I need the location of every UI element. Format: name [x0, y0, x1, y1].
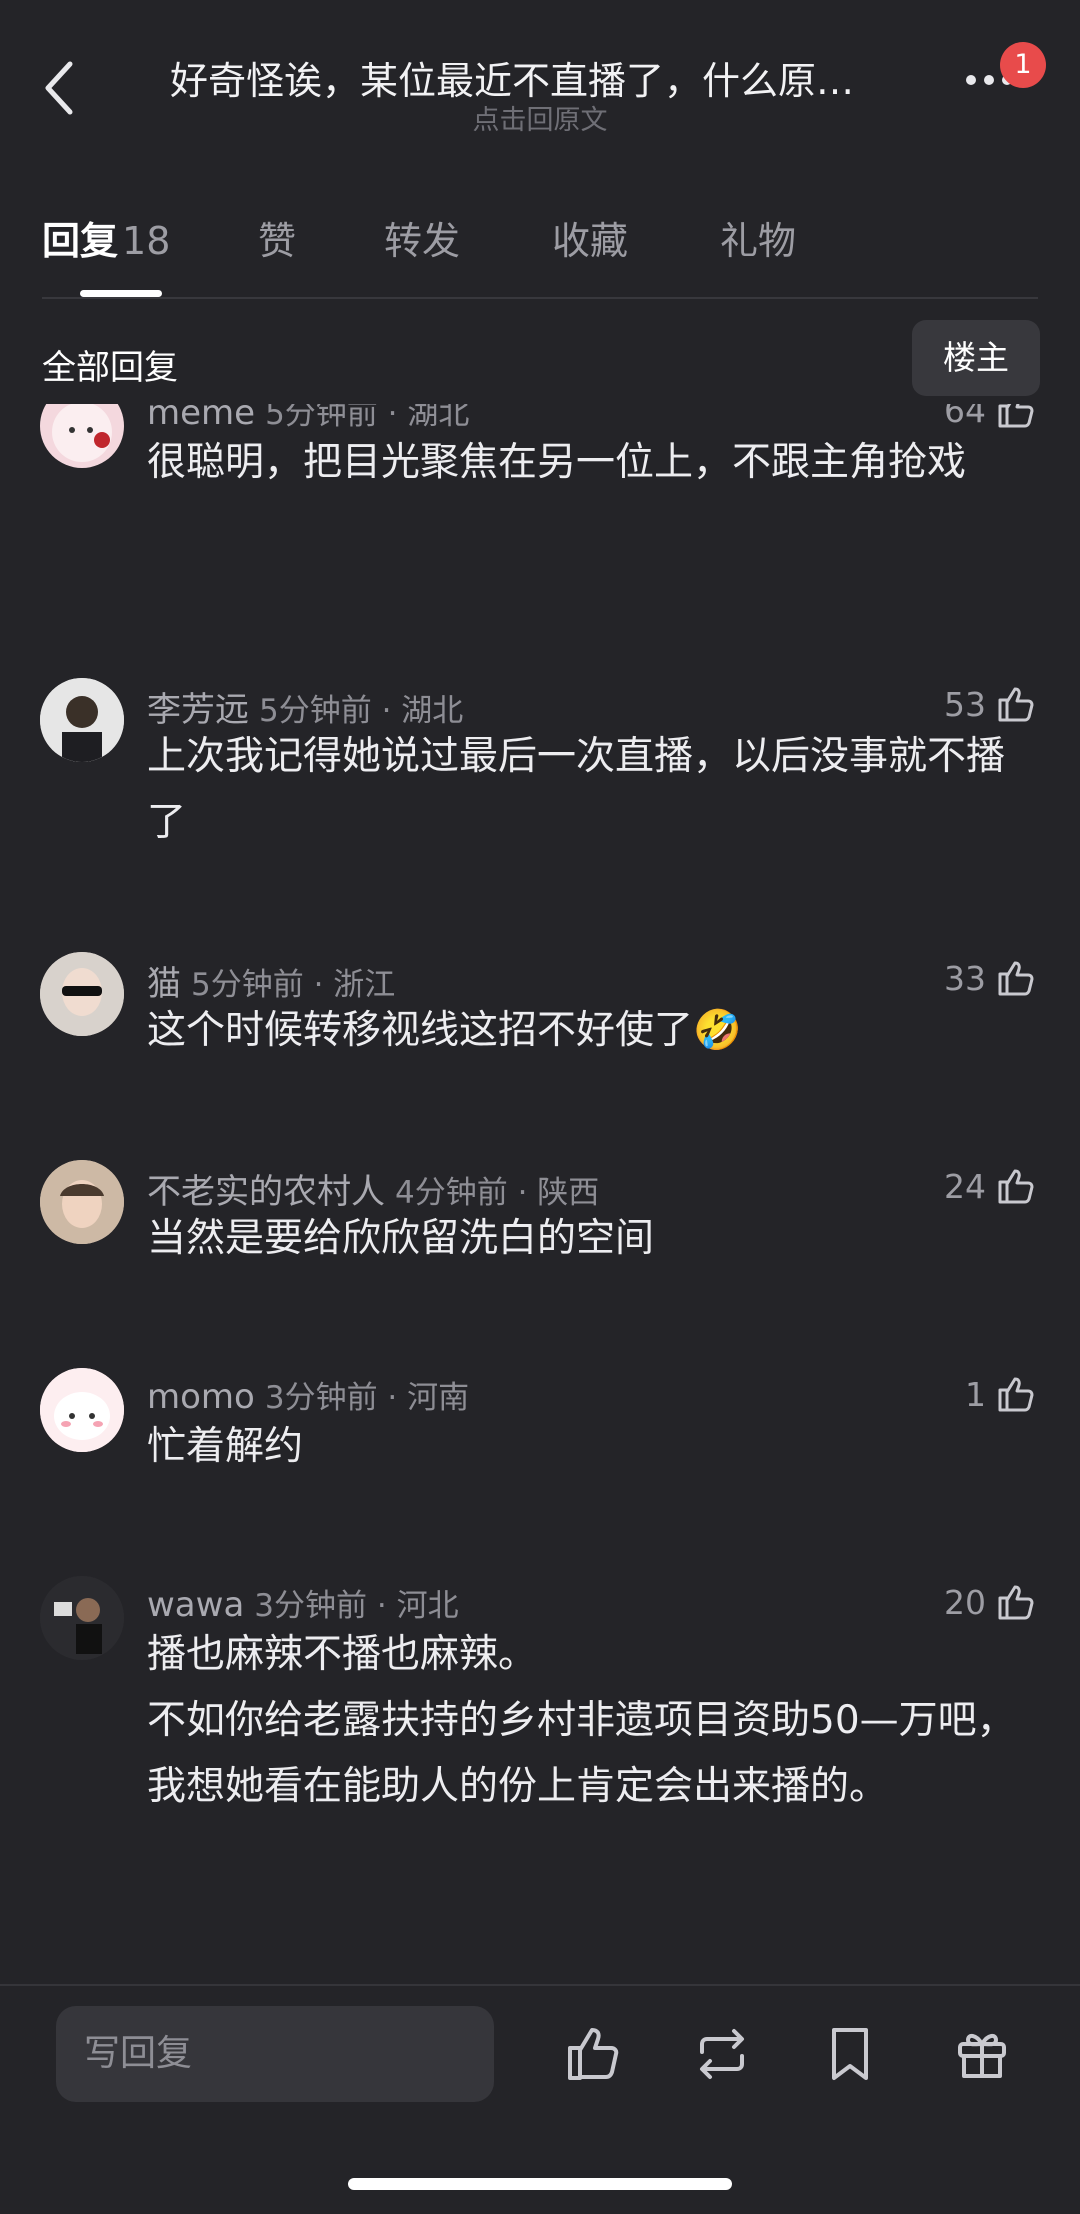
thumbs-up-icon[interactable]	[994, 404, 1038, 432]
comment-list[interactable]: meme 5分钟前 · 湖北 64 很聪明，把目光聚焦在另一位上，不跟主角抢戏 李…	[0, 404, 1080, 1984]
all-replies-label[interactable]: 全部回复	[42, 340, 178, 389]
comment-text: 很聪明，把目光聚焦在另一位上，不跟主角抢戏	[147, 440, 967, 485]
user-avatar[interactable]	[40, 1368, 124, 1452]
comment-username[interactable]: meme	[147, 404, 255, 433]
reply-input[interactable]: 写回复	[56, 2006, 494, 2102]
tab-gifts[interactable]: 礼物	[720, 210, 796, 270]
comment-meta: wawa 3分钟前 · 河北	[147, 1580, 459, 1625]
like-count: 33	[944, 958, 986, 998]
comment-text: 这个时候转移视线这招不好使了🤣	[147, 1008, 742, 1053]
comment-time-location: 5分钟前 · 湖北	[265, 404, 470, 432]
user-avatar[interactable]	[40, 404, 124, 468]
like-control[interactable]: 64	[944, 404, 1038, 432]
like-icon[interactable]	[562, 2022, 626, 2086]
comment-text: 播也麻辣不播也麻辣。 不如你给老露扶持的乡村非遗项目资助50—万吧，我想她看在能…	[147, 1632, 1016, 1809]
like-control[interactable]: 1	[965, 1372, 1038, 1416]
back-to-original-link[interactable]: 点击回原文	[0, 98, 1080, 137]
home-indicator[interactable]	[348, 2178, 732, 2190]
like-count: 24	[944, 1166, 986, 1206]
notification-badge: 1	[1000, 42, 1046, 88]
tab-replies-label: 回复	[42, 219, 119, 263]
like-count: 64	[944, 404, 986, 430]
comment-text: 当然是要给欣欣留洗白的空间	[147, 1216, 655, 1261]
comment-text: 忙着解约	[147, 1424, 304, 1469]
thumbs-up-icon[interactable]	[994, 682, 1038, 726]
comment-username[interactable]: momo	[147, 1377, 255, 1417]
thumbs-up-icon[interactable]	[994, 1164, 1038, 1208]
comment-meta: momo 3分钟前 · 河南	[147, 1372, 469, 1417]
gift-icon[interactable]	[950, 2022, 1014, 2086]
tab-reposts[interactable]: 转发	[384, 210, 552, 270]
comment-text: 上次我记得她说过最后一次直播，以后没事就不播了	[147, 734, 1006, 845]
tab-divider	[42, 297, 1038, 299]
owner-only-button[interactable]: 楼主	[912, 320, 1040, 396]
top-bar: 好奇怪诶，某位最近不直播了，什么原… 点击回原文 1	[0, 0, 1080, 180]
thumbs-up-icon[interactable]	[994, 1372, 1038, 1416]
user-avatar[interactable]	[40, 952, 124, 1036]
user-avatar[interactable]	[40, 678, 124, 762]
comment-time-location: 3分钟前 · 河南	[264, 1380, 470, 1416]
thumbs-up-icon[interactable]	[994, 956, 1038, 1000]
post-title[interactable]: 好奇怪诶，某位最近不直播了，什么原…	[170, 50, 910, 105]
thumbs-up-icon[interactable]	[994, 1580, 1038, 1624]
tab-replies-count: 18	[122, 219, 171, 263]
like-control[interactable]: 53	[944, 682, 1038, 726]
comment-time-location: 3分钟前 · 河北	[254, 1588, 459, 1624]
tab-likes[interactable]: 赞	[258, 210, 384, 270]
like-count: 1	[965, 1374, 986, 1414]
user-avatar[interactable]	[40, 1576, 124, 1660]
tab-favorites[interactable]: 收藏	[552, 210, 720, 270]
like-control[interactable]: 33	[944, 956, 1038, 1000]
active-tab-indicator	[80, 290, 162, 297]
like-control[interactable]: 20	[944, 1580, 1038, 1624]
like-control[interactable]: 24	[944, 1164, 1038, 1208]
bookmark-icon[interactable]	[818, 2022, 882, 2086]
like-count: 20	[944, 1582, 986, 1622]
comment-username[interactable]: wawa	[147, 1585, 244, 1625]
repost-icon[interactable]	[690, 2022, 754, 2086]
user-avatar[interactable]	[40, 1160, 124, 1244]
comment-meta: meme 5分钟前 · 湖北	[147, 404, 469, 433]
tab-bar: 回复 18 赞 转发 收藏 礼物	[42, 210, 796, 270]
tab-replies[interactable]: 回复 18	[42, 210, 258, 270]
like-count: 53	[944, 684, 986, 724]
